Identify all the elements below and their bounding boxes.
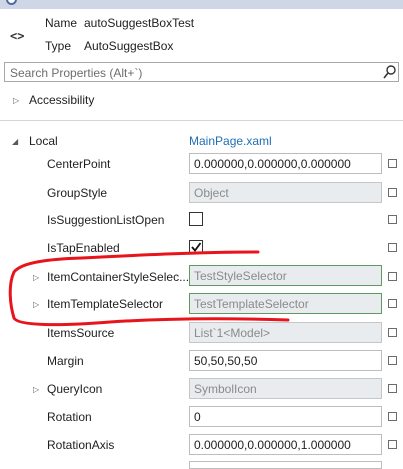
- red-annotation-mark: [8, 250, 290, 327]
